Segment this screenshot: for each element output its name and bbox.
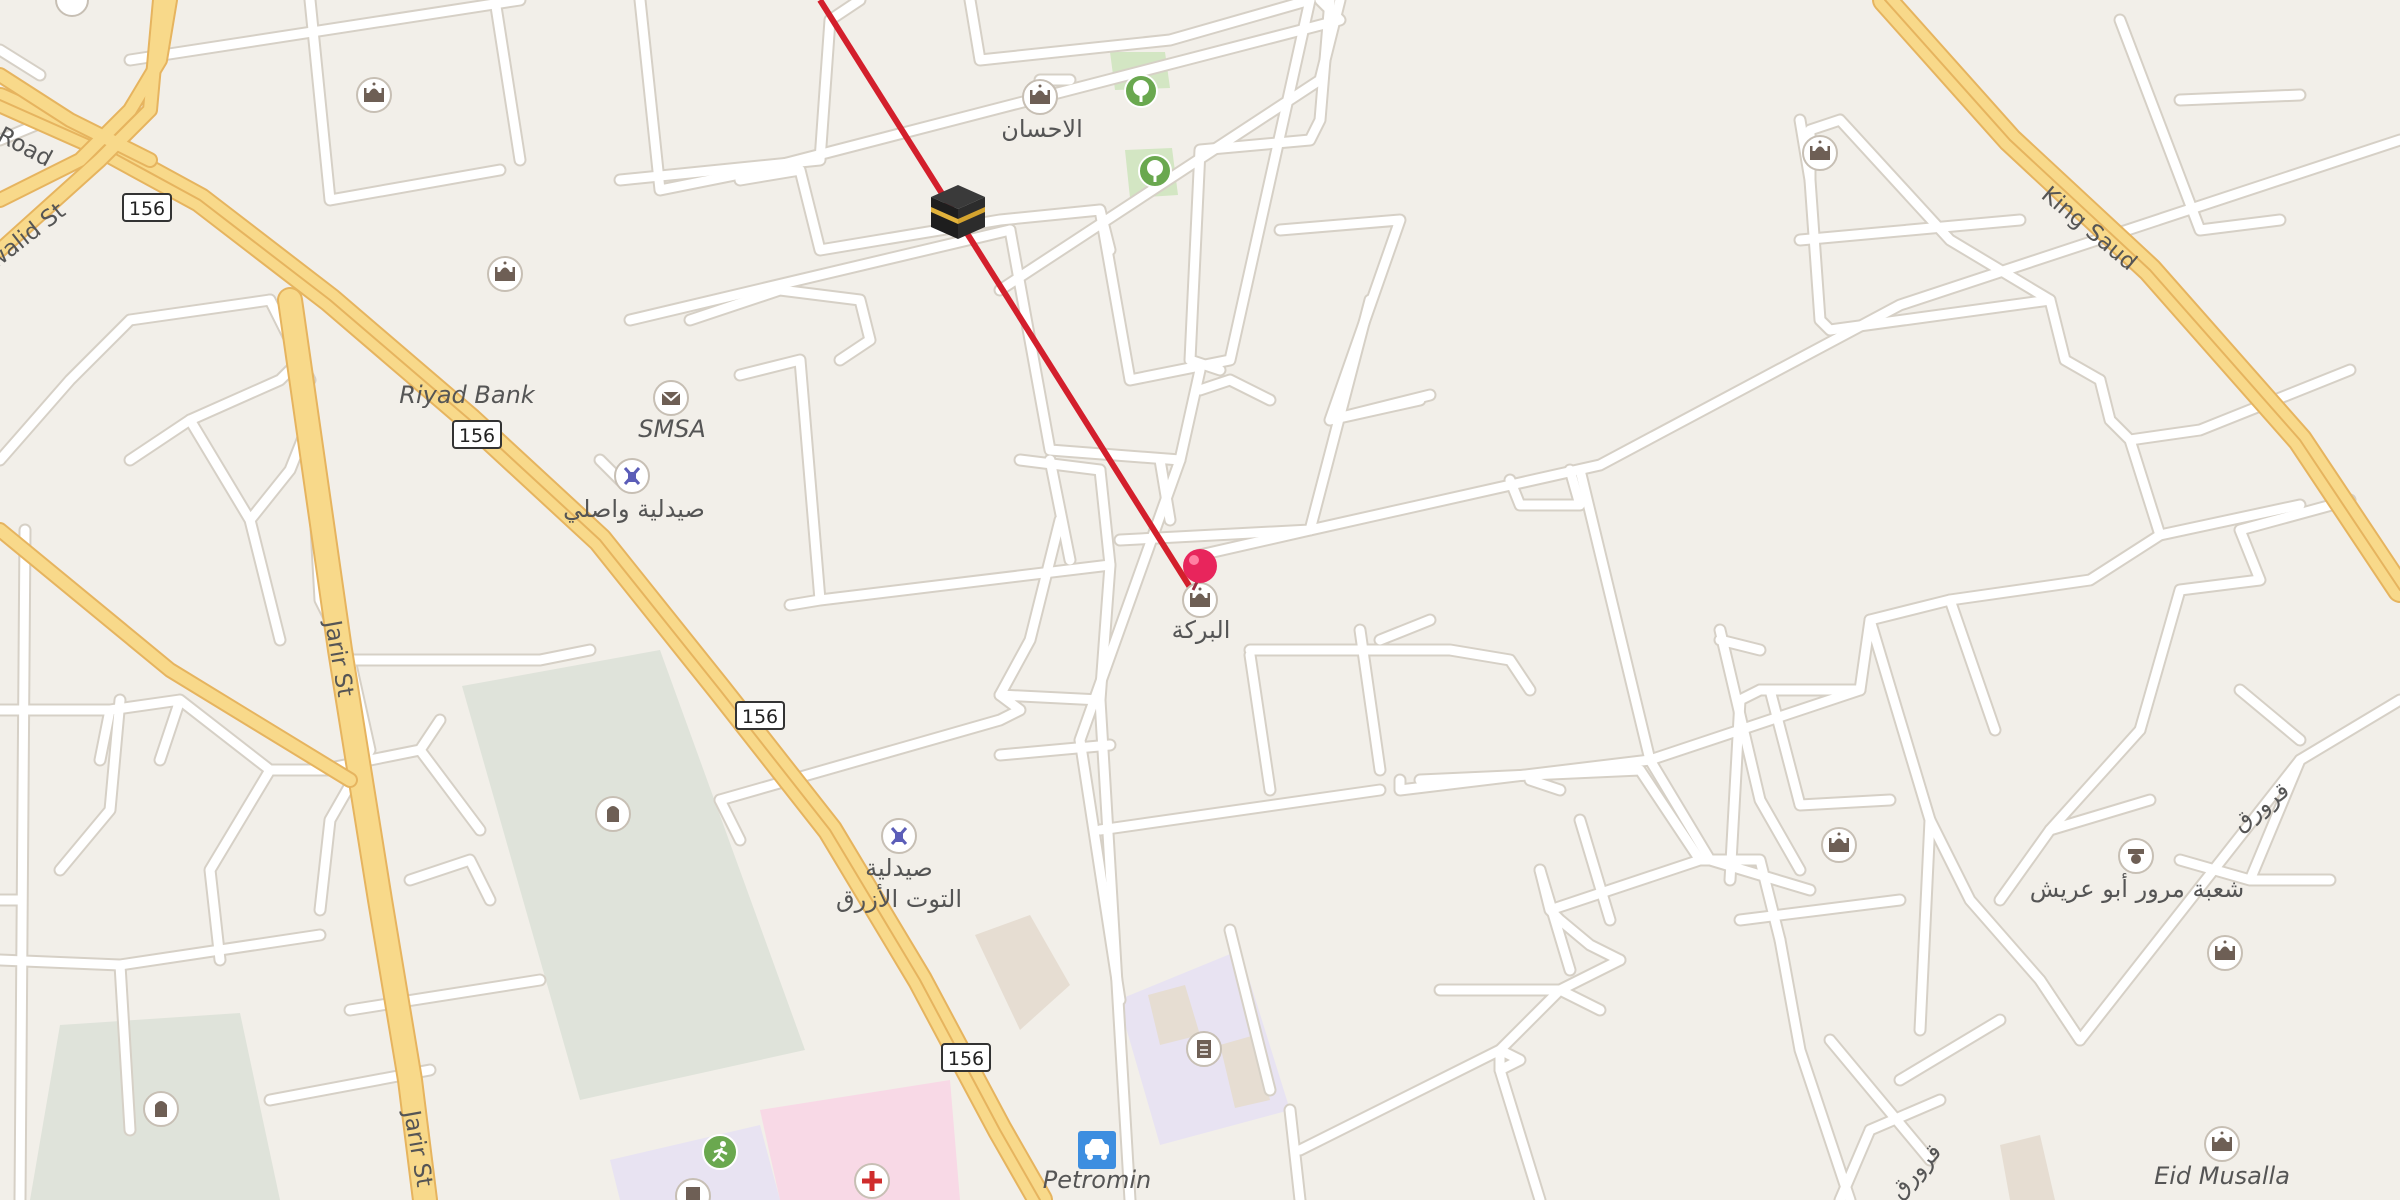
route-shield: 156 [122, 193, 172, 222]
road-label: Jarir St [398, 1107, 437, 1189]
post-office-icon[interactable] [653, 380, 689, 416]
mosque-icon[interactable] [2204, 1126, 2240, 1162]
sports-icon[interactable] [702, 1134, 738, 1170]
place-label-pharmacy-wasli: صيدلية واصلي [563, 495, 705, 523]
cemetery-icon[interactable] [143, 1091, 179, 1127]
tree-icon[interactable] [1124, 74, 1158, 108]
place-label-albaraka: البركة [1172, 616, 1231, 644]
mosque-icon[interactable] [1802, 135, 1838, 171]
mosque-icon[interactable] [2207, 935, 2243, 971]
place-label-pharmacy-line1: صيدلية [865, 854, 933, 882]
road-label: Jarir St [319, 617, 358, 699]
svg-text:156: 156 [948, 1048, 984, 1070]
building [975, 915, 1070, 1030]
place-label-eid-musalla: Eid Musalla [2154, 1162, 2290, 1190]
place-label-smsa: SMSA [638, 415, 706, 443]
place-label-pharmacy-line2: التوت الأزرق [836, 884, 962, 913]
park-icon[interactable] [55, 0, 89, 17]
mosque-icon[interactable] [1022, 79, 1058, 115]
svg-text:156: 156 [742, 706, 778, 728]
hospital-icon[interactable] [854, 1163, 890, 1199]
pharmacy-icon[interactable] [613, 457, 651, 495]
school-icon[interactable] [1186, 1031, 1222, 1067]
mosque-icon[interactable] [356, 77, 392, 113]
building [2000, 1135, 2055, 1200]
mosque-icon[interactable] [1182, 582, 1218, 618]
mosque-icon[interactable] [1821, 827, 1857, 863]
route-shield: 156 [735, 701, 785, 730]
place-label-petromin: Petromin [1043, 1166, 1151, 1194]
pharmacy-icon[interactable] [880, 817, 918, 855]
place-label-riyad-bank: Riyad Bank [399, 381, 536, 409]
cemetery-icon[interactable] [595, 796, 631, 832]
fuel-station-icon[interactable] [1078, 1131, 1116, 1169]
svg-text:156: 156 [459, 425, 495, 447]
route-shield: 156 [452, 420, 502, 449]
place-label-alihsan: الاحسان [1001, 115, 1083, 143]
svg-text:156: 156 [129, 198, 165, 220]
police-icon[interactable] [2118, 838, 2154, 874]
map-canvas[interactable]: Road walid St Jarir St Jarir St King Sau… [0, 0, 2400, 1200]
place-label-traffic-office: شعبة مرور أبو عريش [2030, 873, 2245, 903]
map-view[interactable]: Road walid St Jarir St Jarir St King Sau… [0, 0, 2400, 1200]
tree-icon[interactable] [1138, 154, 1172, 188]
route-shield: 156 [941, 1043, 991, 1072]
mosque-icon[interactable] [487, 256, 523, 292]
